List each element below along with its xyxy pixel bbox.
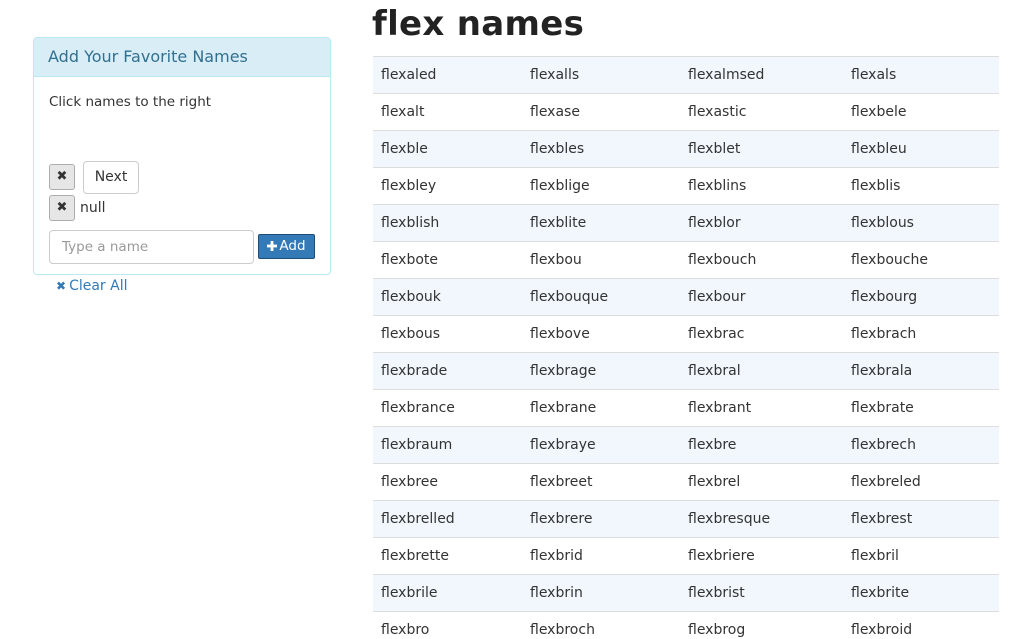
name-cell[interactable]: flexbouk <box>373 278 522 316</box>
favorites-panel: Add Your Favorite Names Click names to t… <box>33 37 331 294</box>
close-icon: ✖ <box>56 169 68 184</box>
name-cell[interactable]: flexalmsed <box>680 56 843 94</box>
name-cell[interactable]: flexbrist <box>680 574 843 612</box>
favorite-name: null <box>80 200 106 216</box>
name-cell[interactable]: flexbrant <box>680 389 843 427</box>
table-row: flexbraum flexbraye flexbre flexbrech <box>373 426 999 464</box>
name-cell[interactable]: flexblige <box>522 167 680 205</box>
name-cell[interactable]: flexblis <box>843 167 999 205</box>
table-row: flexbrelled flexbrere flexbresque flexbrest <box>373 500 999 538</box>
name-cell[interactable]: flexbley <box>373 167 522 205</box>
name-cell[interactable]: flexbril <box>843 537 999 575</box>
remove-button[interactable]: ✖ <box>49 164 75 190</box>
name-cell[interactable]: flexals <box>843 56 999 94</box>
name-cell[interactable]: flexalt <box>373 93 522 131</box>
name-cell[interactable]: flexaled <box>373 56 522 94</box>
name-cell[interactable]: flexbele <box>843 93 999 131</box>
name-cell[interactable]: flexbrite <box>843 574 999 612</box>
name-cell[interactable]: flexbourg <box>843 278 999 316</box>
name-cell[interactable]: flexbral <box>680 352 843 390</box>
table-row: flexbrile flexbrin flexbrist flexbrite <box>373 574 999 612</box>
name-cell[interactable]: flexbles <box>522 130 680 168</box>
name-cell[interactable]: flexblish <box>373 204 522 242</box>
name-cell[interactable]: flexbree <box>373 463 522 501</box>
table-row: flexaled flexalls flexalmsed flexals <box>373 56 999 94</box>
remove-favorite-button[interactable]: ✖ <box>49 195 75 221</box>
name-cell[interactable]: flexase <box>522 93 680 131</box>
name-cell[interactable]: flexbouch <box>680 241 843 279</box>
plus-icon <box>267 241 278 251</box>
name-cell[interactable]: flexbove <box>522 315 680 353</box>
name-cell[interactable]: flexbleu <box>843 130 999 168</box>
name-cell[interactable]: flexbrala <box>843 352 999 390</box>
table-row: flexbro flexbroch flexbrog flexbroid <box>373 611 999 639</box>
add-button-label: Add <box>279 238 306 254</box>
name-cell[interactable]: flexbre <box>680 426 843 464</box>
name-cell[interactable]: flexbroch <box>522 611 680 639</box>
name-cell[interactable]: flexalls <box>522 56 680 94</box>
table-row: flexble flexbles flexblet flexbleu <box>373 130 999 168</box>
name-cell[interactable]: flexbous <box>373 315 522 353</box>
name-cell[interactable]: flexbrech <box>843 426 999 464</box>
name-cell[interactable]: flexbrest <box>843 500 999 538</box>
name-cell[interactable]: flexbresque <box>680 500 843 538</box>
add-button[interactable]: Add <box>258 234 315 259</box>
name-cell[interactable]: flexbrile <box>373 574 522 612</box>
instructions-text: Click names to the right <box>49 94 212 110</box>
name-cell[interactable]: flexbreet <box>522 463 680 501</box>
table-row: flexbouk flexbouque flexbour flexbourg <box>373 278 999 316</box>
table-row: flexbley flexblige flexblins flexblis <box>373 167 999 205</box>
clear-all-label: Clear All <box>69 278 128 294</box>
name-cell[interactable]: flexbouche <box>843 241 999 279</box>
name-cell[interactable]: flexbote <box>373 241 522 279</box>
name-cell[interactable]: flexbrane <box>522 389 680 427</box>
name-cell[interactable]: flexbou <box>522 241 680 279</box>
names-table: flexaled flexalls flexalmsed flexals flexalt… <box>373 56 999 639</box>
name-cell[interactable]: flexbro <box>373 611 522 639</box>
table-row: flexbrance flexbrane flexbrant flexbrate <box>373 389 999 427</box>
name-cell[interactable]: flexbreled <box>843 463 999 501</box>
name-cell[interactable]: flexbrere <box>522 500 680 538</box>
table-row: flexbrette flexbrid flexbriere flexbril <box>373 537 999 575</box>
name-cell[interactable]: flexbroid <box>843 611 999 639</box>
name-cell[interactable]: flexbrog <box>680 611 843 639</box>
name-input[interactable] <box>49 230 254 264</box>
table-row: flexbote flexbou flexbouch flexbouche <box>373 241 999 279</box>
name-cell[interactable]: flexbrel <box>680 463 843 501</box>
name-cell[interactable]: flexbrette <box>373 537 522 575</box>
name-cell[interactable]: flexbraum <box>373 426 522 464</box>
table-row: flexalt flexase flexastic flexbele <box>373 93 999 131</box>
table-row: flexbree flexbreet flexbrel flexbreled <box>373 463 999 501</box>
next-button[interactable]: Next <box>83 161 139 194</box>
table-row: flexbrade flexbrage flexbral flexbrala <box>373 352 999 390</box>
name-cell[interactable]: flexblous <box>843 204 999 242</box>
name-cell[interactable]: flexbrage <box>522 352 680 390</box>
name-cell[interactable]: flexbouque <box>522 278 680 316</box>
close-icon: ✖ <box>56 279 67 293</box>
name-cell[interactable]: flexbrade <box>373 352 522 390</box>
name-cell[interactable]: flexbour <box>680 278 843 316</box>
close-icon: ✖ <box>56 200 68 215</box>
name-cell[interactable]: flexbraye <box>522 426 680 464</box>
name-cell[interactable]: flexblins <box>680 167 843 205</box>
name-cell[interactable]: flexbrance <box>373 389 522 427</box>
panel-heading: Add Your Favorite Names <box>34 38 330 77</box>
name-cell[interactable]: flexbriere <box>680 537 843 575</box>
name-cell[interactable]: flexblite <box>522 204 680 242</box>
table-row: flexbous flexbove flexbrac flexbrach <box>373 315 999 353</box>
name-cell[interactable]: flexblor <box>680 204 843 242</box>
name-cell[interactable]: flexbrin <box>522 574 680 612</box>
page-title: flex names <box>372 4 585 44</box>
name-cell[interactable]: flexble <box>373 130 522 168</box>
name-cell[interactable]: flexblet <box>680 130 843 168</box>
name-cell[interactable]: flexbrach <box>843 315 999 353</box>
page: Add Your Favorite Names Click names to t… <box>0 0 1025 639</box>
name-cell[interactable]: flexbrid <box>522 537 680 575</box>
name-cell[interactable]: flexastic <box>680 93 843 131</box>
name-cell[interactable]: flexbrac <box>680 315 843 353</box>
name-cell[interactable]: flexbrelled <box>373 500 522 538</box>
clear-all-link[interactable]: ✖ Clear All <box>56 278 127 294</box>
name-cell[interactable]: flexbrate <box>843 389 999 427</box>
table-row: flexblish flexblite flexblor flexblous <box>373 204 999 242</box>
